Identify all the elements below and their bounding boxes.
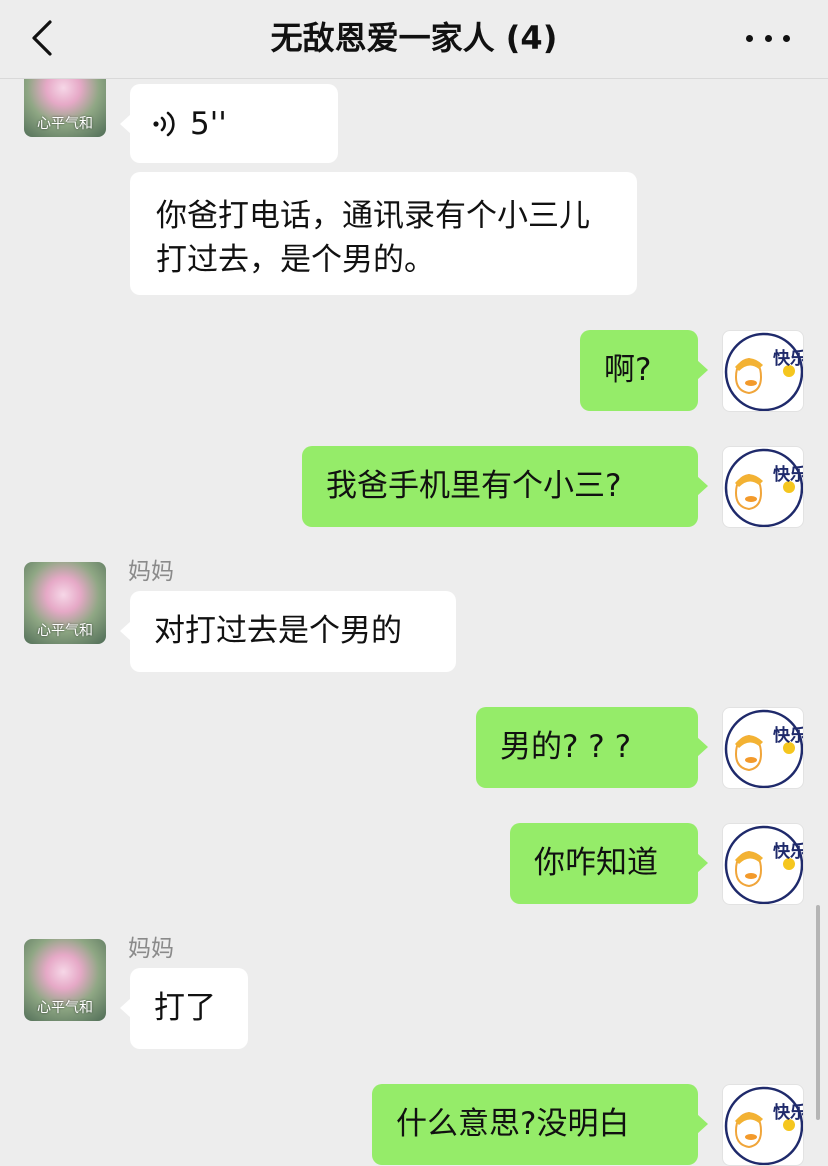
avatar-label: 心平气和 (37, 1000, 93, 1016)
message-text: 打过去，是个男的。 (156, 242, 435, 278)
avatar-label: 心平气和 (37, 623, 93, 639)
more-dot-icon (746, 34, 753, 42)
scrollbar[interactable] (816, 905, 820, 1120)
avatar[interactable]: 心平气和 (24, 562, 106, 644)
chat-header: 无敌恩爱一家人 (4) (0, 0, 828, 79)
message-text: 对打过去是个男的 (154, 613, 402, 649)
message-bubble[interactable]: 我爸手机里有个小三? (302, 446, 708, 527)
duck-avatar-icon: 快乐 (724, 332, 804, 411)
voice-wave-icon (153, 111, 175, 136)
message-text: 啊? (604, 352, 652, 388)
avatar[interactable]: 快乐 (722, 823, 804, 905)
message-bubble[interactable]: 打了 (120, 968, 248, 1049)
message-text: 我爸手机里有个小三? (326, 468, 622, 504)
message-bubble[interactable]: 啊? (580, 330, 708, 411)
duck-avatar-icon: 快乐 (724, 709, 804, 788)
duck-avatar-icon: 快乐 (724, 825, 804, 904)
voice-message-bubble[interactable]: 5'' (120, 84, 338, 163)
duck-avatar-icon: 快乐 (724, 448, 804, 527)
sender-name: 妈妈 (128, 559, 174, 585)
message-text: 你爸打电话，通讯录有个小三儿 (156, 198, 590, 234)
message-text: 你咋知道 (534, 845, 658, 881)
message-bubble[interactable]: 男的? ? ? (476, 707, 708, 788)
svg-text:快乐: 快乐 (773, 1102, 804, 1123)
message-text: 男的? ? ? (500, 729, 632, 765)
svg-text:快乐: 快乐 (773, 348, 804, 369)
message-bubble[interactable]: 什么意思?没明白 (372, 1084, 708, 1165)
more-dot-icon (783, 34, 790, 42)
avatar-label: 心平气和 (37, 116, 93, 132)
more-options-button[interactable] (746, 28, 790, 48)
svg-text:快乐: 快乐 (773, 464, 804, 485)
message-bubble[interactable]: 你咋知道 (510, 823, 708, 904)
svg-text:快乐: 快乐 (773, 841, 804, 862)
avatar[interactable]: 快乐 (722, 446, 804, 528)
message-bubble[interactable]: 你爸打电话，通讯录有个小三儿 打过去，是个男的。 (130, 172, 637, 295)
more-dot-icon (764, 34, 772, 42)
avatar[interactable]: 快乐 (722, 330, 804, 412)
sender-name: 妈妈 (128, 936, 174, 962)
message-bubble[interactable]: 对打过去是个男的 (120, 591, 456, 672)
message-text: 什么意思?没明白 (396, 1106, 630, 1142)
chat-title: 无敌恩爱一家人 (4) (270, 19, 558, 57)
message-text: 打了 (154, 990, 216, 1026)
avatar[interactable]: 心平气和 (24, 939, 106, 1021)
svg-text:快乐: 快乐 (773, 725, 804, 746)
avatar[interactable]: 快乐 (722, 707, 804, 789)
voice-duration: 5'' (190, 105, 227, 142)
